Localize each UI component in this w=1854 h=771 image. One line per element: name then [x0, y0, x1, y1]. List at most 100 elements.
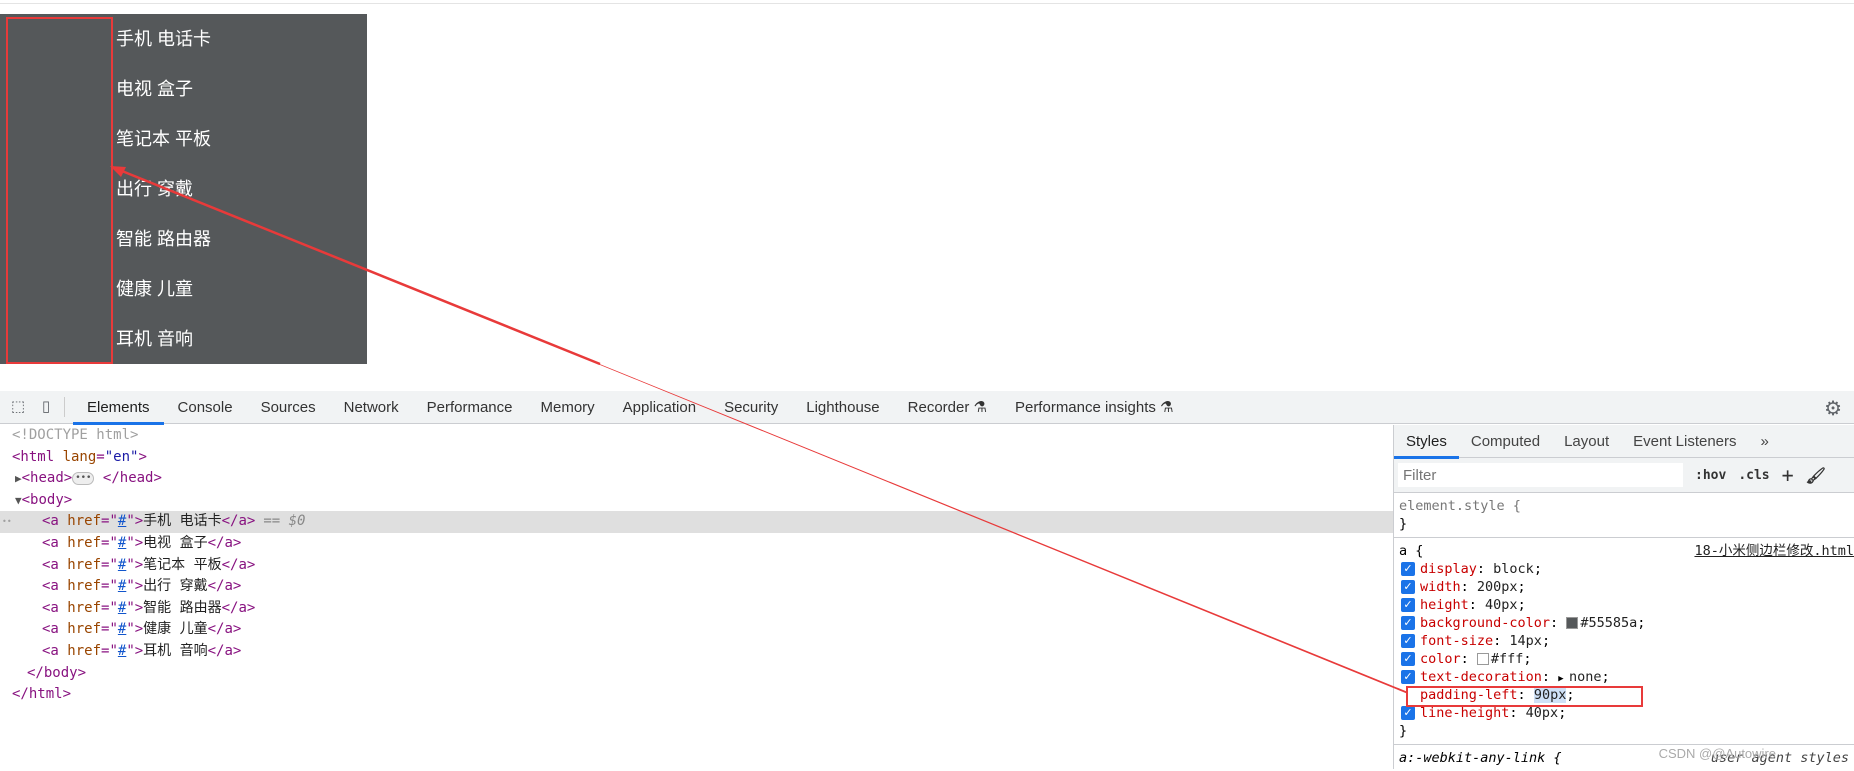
tab-recorder[interactable]: Recorder ⚗: [894, 391, 1001, 424]
property-value[interactable]: 200px: [1477, 579, 1518, 595]
checkbox[interactable]: ✓: [1401, 670, 1415, 684]
semicolon: ;: [1541, 633, 1551, 649]
property-name: font-size: [1420, 633, 1494, 649]
checkbox[interactable]: ✓: [1401, 598, 1415, 612]
anchor-close-tag: </a>: [221, 556, 256, 573]
property-name: text-decoration: [1420, 669, 1542, 685]
property-value[interactable]: #fff: [1491, 651, 1524, 667]
tab-performance[interactable]: Performance insights ⚗: [1001, 391, 1188, 424]
anchor-node[interactable]: <a href="#">耳机 音响</a>: [0, 641, 1393, 663]
property-value[interactable]: 40px: [1485, 597, 1518, 613]
tab-network[interactable]: Network: [330, 391, 413, 424]
checkbox[interactable]: ✓: [1401, 562, 1415, 576]
property-name: display: [1420, 561, 1477, 577]
property-value[interactable]: block: [1493, 561, 1534, 577]
style-property[interactable]: ✓ height: 40px;: [1399, 596, 1854, 614]
styles-tab-computed[interactable]: Computed: [1459, 425, 1552, 458]
html-open-tag: <html lang="en">: [12, 448, 147, 465]
styles-pane: StylesComputedLayoutEvent Listeners» :ho…: [1393, 425, 1854, 769]
collapse-triangle-icon[interactable]: ▼: [15, 494, 22, 507]
anchor-node[interactable]: <a href="#">智能 路由器</a>: [0, 598, 1393, 620]
expand-triangle-icon[interactable]: ▶: [1558, 674, 1569, 684]
anchor-text: 健康 儿童: [143, 621, 208, 638]
devtools-tabs: Elements Console Sources Network Performance…: [73, 391, 1188, 425]
tab-console[interactable]: Console: [164, 391, 247, 424]
property-value[interactable]: 40px: [1526, 705, 1559, 721]
checkbox[interactable]: ✓: [1401, 634, 1415, 648]
styles-tabs: Styles Computed Layout Event Listeners»: [1394, 425, 1854, 459]
property-value[interactable]: #55585a: [1580, 615, 1637, 631]
styles-tab-styles[interactable]: Styles: [1394, 425, 1459, 459]
semicolon: ;: [1523, 651, 1532, 667]
anchor-text: 笔记本 平板: [143, 556, 222, 573]
element-style-selector: element.style {: [1399, 498, 1521, 514]
new-rule-icon[interactable]: +: [1782, 463, 1794, 487]
checkbox[interactable]: ✓: [1401, 616, 1415, 630]
checkbox[interactable]: ✓: [1401, 706, 1415, 720]
semicolon: ;: [1558, 705, 1567, 721]
anchor-node[interactable]: •• <a href="#">手机 电话卡</a> == $0: [0, 511, 1393, 533]
style-property[interactable]: ✓ display: block;: [1399, 560, 1854, 578]
ua-rule-selector: a:-webkit-any-link {: [1399, 750, 1562, 766]
anchor-text: 耳机 音响: [143, 642, 208, 659]
paint-roller-icon[interactable]: 🖌: [1806, 466, 1826, 485]
rule-source-link[interactable]: 18-小米侧边栏修改.html: [1694, 542, 1854, 560]
checkbox[interactable]: ✓: [1401, 652, 1415, 666]
head-tag: <head>: [21, 470, 73, 487]
colon: :: [1541, 669, 1559, 685]
property-value[interactable]: none: [1569, 669, 1602, 685]
semicolon: ;: [1517, 597, 1526, 613]
tab-elements[interactable]: Elements: [73, 391, 164, 425]
body-node[interactable]: ▼<body>: [0, 490, 1393, 512]
color-swatch[interactable]: [1476, 653, 1489, 665]
anchor-text: 智能 路由器: [143, 599, 222, 616]
anchor-node[interactable]: <a href="#">健康 儿童</a>: [0, 619, 1393, 641]
a-rule: a {18-小米侧边栏修改.html ✓ display: block; ✓ widt…: [1394, 538, 1854, 745]
cls-button[interactable]: .cls: [1738, 468, 1769, 483]
annotation-padding-left-box: [1406, 686, 1643, 707]
head-node[interactable]: ▶<head> ••• </head>: [0, 468, 1393, 490]
tab-memory[interactable]: Memory: [527, 391, 609, 424]
style-property[interactable]: ✓ text-decoration: ▶ none;: [1399, 668, 1854, 686]
style-property[interactable]: ✓ font-size: 14px;: [1399, 632, 1854, 650]
doctype-node[interactable]: <!DOCTYPE html>: [0, 425, 1393, 447]
anchor-close-tag: </a>: [221, 599, 256, 616]
property-name: height: [1420, 597, 1469, 613]
tab-security[interactable]: Security: [710, 391, 792, 424]
anchor-close-tag: </a>: [207, 578, 242, 595]
hov-button[interactable]: :hov: [1695, 468, 1726, 483]
tab-lighthouse[interactable]: Lighthouse: [792, 391, 893, 424]
anchor-node[interactable]: <a href="#">出行 穿戴</a>: [0, 576, 1393, 598]
inspect-element-icon[interactable]: ⬚: [8, 397, 28, 417]
styles-tab-more[interactable]: »: [1749, 425, 1781, 458]
tab-performance[interactable]: Performance: [413, 391, 527, 424]
tab-application[interactable]: Application: [609, 391, 710, 424]
styles-tab-layout[interactable]: Layout: [1552, 425, 1621, 458]
styles-tab-event-listeners[interactable]: Event Listeners: [1621, 425, 1748, 458]
ellipsis-icon[interactable]: •••: [72, 471, 95, 485]
color-swatch[interactable]: [1566, 617, 1579, 629]
device-toggle-icon[interactable]: ▯: [36, 397, 56, 417]
gear-icon[interactable]: ⚙: [1824, 396, 1842, 421]
filter-input[interactable]: [1398, 463, 1683, 487]
ua-rule: a:-webkit-any-link {user agent styles: [1394, 745, 1854, 771]
tab-sources[interactable]: Sources: [247, 391, 330, 424]
row-menu-dots[interactable]: ••: [2, 511, 12, 533]
anchor-node[interactable]: <a href="#">笔记本 平板</a>: [0, 555, 1393, 577]
property-value[interactable]: 14px: [1509, 633, 1542, 649]
checkbox[interactable]: ✓: [1401, 580, 1415, 594]
html-close-node[interactable]: </html>: [0, 684, 1393, 706]
style-property[interactable]: ✓ background-color: #55585a;: [1399, 614, 1854, 632]
html-node[interactable]: <html lang="en">: [0, 447, 1393, 469]
anchor-text: 手机 电话卡: [143, 513, 222, 530]
selected-marker: == $0: [263, 513, 306, 530]
body-close-node[interactable]: </body>: [0, 663, 1393, 685]
anchor-close-tag: </a>: [207, 642, 242, 659]
style-property[interactable]: ✓ color: #fff;: [1399, 650, 1854, 668]
anchor-node[interactable]: <a href="#">电视 盒子</a>: [0, 533, 1393, 555]
style-property[interactable]: ✓ width: 200px;: [1399, 578, 1854, 596]
expand-triangle-icon[interactable]: ▶: [15, 472, 22, 485]
doctype-text: <!DOCTYPE html>: [12, 427, 139, 443]
semicolon: ;: [1601, 669, 1610, 685]
rule-close-brace: }: [1399, 516, 1408, 532]
